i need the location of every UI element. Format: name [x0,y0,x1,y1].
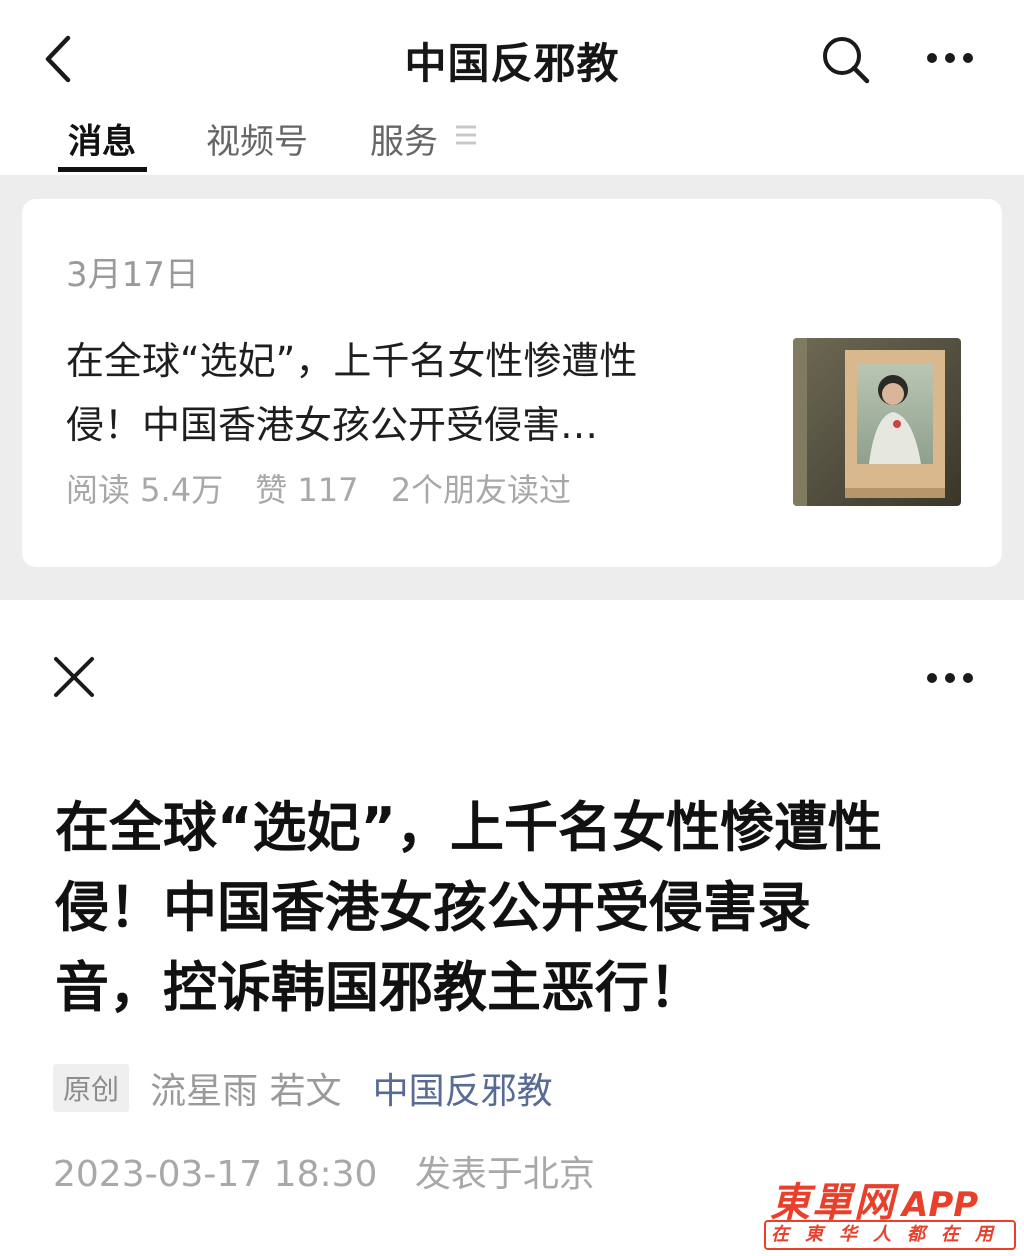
like-count: 赞 117 [255,471,359,509]
read-count: 阅读 5.4万 [66,471,224,509]
active-tab-indicator [58,167,147,172]
watermark-app: APP [902,1185,979,1225]
publish-datetime: 2023-03-17 18:30 [53,1154,378,1195]
publish-location: 发表于北京 [414,1154,595,1195]
more-button[interactable] [920,38,980,78]
watermark-logo: 東單网 APP 在東华人都在用 [764,1170,1016,1252]
top-header: 中国反邪教 消息 视频号 服务 [0,0,1024,175]
card-title: 在全球“选妃”，上千名女性惨遭性 侵！中国香港女孩公开受侵害… [66,329,766,457]
card-thumbnail [793,338,961,506]
article-authors: 流星雨 若文 [150,1071,342,1112]
search-icon [823,37,870,84]
article-view: 在全球“选妃”，上千名女性惨遭性 侵！中国香港女孩公开受侵害录 音，控诉韩国邪教… [0,600,1024,1256]
friends-read: 2个朋友读过 [390,471,572,509]
close-button[interactable] [52,655,96,699]
article-title-line: 侵！中国香港女孩公开受侵害录 [55,876,811,939]
card-date: 3月17日 [66,255,199,295]
card-title-line: 侵！中国香港女孩公开受侵害… [66,403,599,447]
more-dots-icon [927,673,973,683]
close-icon [54,657,94,697]
article-meta: 原创 流星雨 若文 中国反邪教 [53,1062,553,1112]
original-badge: 原创 [53,1064,130,1112]
article-title: 在全球“选妃”，上千名女性惨遭性 侵！中国香港女孩公开受侵害录 音，控诉韩国邪教… [55,788,985,1028]
article-title-line: 在全球“选妃”，上千名女性惨遭性 [55,796,882,859]
framed-photo-thumbnail [793,338,961,506]
article-card[interactable]: 3月17日 在全球“选妃”，上千名女性惨遭性 侵！中国香港女孩公开受侵害… 阅读… [22,199,1002,567]
account-link[interactable]: 中国反邪教 [373,1062,553,1114]
publish-info: 2023-03-17 18:30 发表于北京 [53,1145,621,1197]
card-title-line: 在全球“选妃”，上千名女性惨遭性 [66,339,638,383]
message-list: 3月17日 在全球“选妃”，上千名女性惨遭性 侵！中国香港女孩公开受侵害… 阅读… [0,175,1024,600]
article-title-line: 音，控诉韩国邪教主恶行！ [55,956,703,1019]
card-stats: 阅读 5.4万 赞 117 2个朋友读过 [66,465,593,511]
watermark-slogan: 在東华人都在用 [764,1220,1016,1250]
more-dots-icon [927,53,973,63]
menu-lines-icon[interactable] [454,122,478,148]
article-more-button[interactable] [920,658,980,698]
tab-channels[interactable]: 视频号 [206,114,308,163]
tab-services[interactable]: 服务 [370,114,438,163]
tab-messages[interactable]: 消息 [68,114,136,163]
search-button[interactable] [820,34,872,86]
